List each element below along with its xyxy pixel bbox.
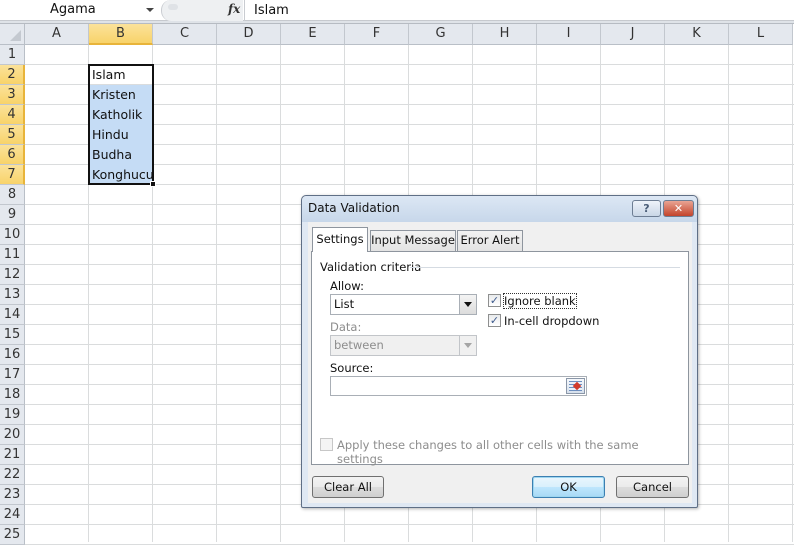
cell-b3[interactable]: Kristen bbox=[89, 85, 153, 105]
ignore-blank-checkbox[interactable]: ✓ bbox=[488, 294, 501, 307]
column-header-k[interactable]: K bbox=[665, 24, 729, 45]
row-header-23[interactable]: 23 bbox=[0, 485, 25, 505]
cell-b6[interactable]: Budha bbox=[89, 145, 153, 165]
chevron-down-icon[interactable] bbox=[459, 295, 476, 314]
validation-criteria-label: Validation criteria bbox=[320, 260, 422, 274]
column-header-e[interactable]: E bbox=[281, 24, 345, 45]
column-header-i[interactable]: I bbox=[537, 24, 601, 45]
gridline-vertical bbox=[280, 45, 281, 542]
column-header-l[interactable]: L bbox=[729, 24, 793, 45]
name-box-dropdown-icon[interactable] bbox=[146, 8, 154, 12]
dialog-title: Data Validation bbox=[308, 201, 400, 215]
gridline-vertical bbox=[216, 45, 217, 542]
insert-function-icon[interactable]: fx bbox=[228, 2, 240, 16]
cell-b7[interactable]: Konghucu bbox=[89, 165, 154, 185]
row-header-9[interactable]: 9 bbox=[0, 205, 25, 225]
select-all-corner[interactable] bbox=[0, 24, 25, 45]
chevron-down-icon bbox=[459, 336, 476, 355]
source-label: Source: bbox=[330, 361, 374, 375]
allow-label: Allow: bbox=[330, 279, 364, 293]
column-header-f[interactable]: F bbox=[345, 24, 409, 45]
column-header-h[interactable]: H bbox=[473, 24, 537, 45]
row-header-7[interactable]: 7 bbox=[0, 165, 25, 185]
row-header-12[interactable]: 12 bbox=[0, 265, 25, 285]
dialog-body: Settings Input Message Error Alert Valid… bbox=[308, 222, 692, 503]
row-header-13[interactable]: 13 bbox=[0, 285, 25, 305]
row-header-3[interactable]: 3 bbox=[0, 85, 25, 105]
gridline-vertical bbox=[728, 45, 729, 542]
ignore-blank-label[interactable]: Ignore blank bbox=[503, 293, 577, 309]
resize-handle[interactable] bbox=[168, 4, 178, 10]
row-header-18[interactable]: 18 bbox=[0, 385, 25, 405]
name-box[interactable]: Agama bbox=[0, 0, 160, 21]
column-header-c[interactable]: C bbox=[153, 24, 217, 45]
row-header-21[interactable]: 21 bbox=[0, 445, 25, 465]
in-cell-dropdown-label[interactable]: In-cell dropdown bbox=[504, 314, 599, 328]
row-header-22[interactable]: 22 bbox=[0, 465, 25, 485]
settings-panel: Validation criteria Allow: List ✓ Ignore… bbox=[311, 251, 689, 466]
row-header-2[interactable]: 2 bbox=[0, 65, 25, 85]
row-header-5[interactable]: 5 bbox=[0, 125, 25, 145]
gridline-horizontal bbox=[25, 524, 794, 525]
row-header-14[interactable]: 14 bbox=[0, 305, 25, 325]
help-button[interactable]: ? bbox=[632, 200, 661, 217]
tab-settings[interactable]: Settings bbox=[312, 227, 368, 252]
row-header-20[interactable]: 20 bbox=[0, 425, 25, 445]
data-select-value: between bbox=[334, 338, 384, 352]
range-selector-icon[interactable] bbox=[566, 378, 585, 394]
formula-input[interactable]: Islam bbox=[244, 0, 289, 21]
close-button[interactable]: ✕ bbox=[663, 200, 694, 217]
cancel-button[interactable]: Cancel bbox=[616, 476, 689, 498]
column-header-j[interactable]: J bbox=[601, 24, 665, 45]
row-header-10[interactable]: 10 bbox=[0, 225, 25, 245]
data-select: between bbox=[330, 335, 477, 356]
cell-b5[interactable]: Hindu bbox=[89, 125, 153, 145]
clear-all-button[interactable]: Clear All bbox=[312, 476, 384, 498]
row-header-4[interactable]: 4 bbox=[0, 105, 25, 125]
column-header-a[interactable]: A bbox=[25, 24, 89, 45]
row-header-19[interactable]: 19 bbox=[0, 405, 25, 425]
source-input[interactable] bbox=[330, 376, 587, 396]
row-header-1[interactable]: 1 bbox=[0, 45, 25, 65]
data-validation-dialog: Data Validation ? ✕ Settings Input Messa… bbox=[301, 195, 698, 508]
row-header-17[interactable]: 17 bbox=[0, 365, 25, 385]
column-header-d[interactable]: D bbox=[217, 24, 281, 45]
column-header-b[interactable]: B bbox=[89, 24, 153, 45]
allow-select[interactable]: List bbox=[330, 294, 477, 315]
cell-b4[interactable]: Katholik bbox=[89, 105, 153, 125]
formula-bar: Agama fx Islam bbox=[0, 0, 794, 21]
tab-error-alert[interactable]: Error Alert bbox=[457, 230, 523, 251]
cell-b2[interactable]: Islam bbox=[89, 65, 153, 85]
row-header-16[interactable]: 16 bbox=[0, 345, 25, 365]
row-header-15[interactable]: 15 bbox=[0, 325, 25, 345]
gridline-vertical bbox=[792, 45, 793, 542]
row-header-24[interactable]: 24 bbox=[0, 505, 25, 525]
formula-buttons: fx bbox=[161, 0, 243, 21]
allow-select-value: List bbox=[334, 297, 355, 311]
name-box-value: Agama bbox=[50, 2, 96, 17]
close-icon: ✕ bbox=[673, 202, 684, 215]
apply-all-label: Apply these changes to all other cells w… bbox=[337, 438, 639, 466]
row-header-25[interactable]: 25 bbox=[0, 525, 25, 545]
group-divider bbox=[410, 267, 680, 268]
data-label: Data: bbox=[330, 320, 362, 334]
row-header-6[interactable]: 6 bbox=[0, 145, 25, 165]
ok-button[interactable]: OK bbox=[532, 476, 605, 498]
tab-input-message[interactable]: Input Message bbox=[370, 230, 456, 251]
row-header-11[interactable]: 11 bbox=[0, 245, 25, 265]
apply-all-checkbox bbox=[320, 438, 333, 451]
row-header-8[interactable]: 8 bbox=[0, 185, 25, 205]
in-cell-dropdown-checkbox[interactable]: ✓ bbox=[488, 314, 501, 327]
fill-handle[interactable] bbox=[150, 181, 156, 187]
column-header-g[interactable]: G bbox=[409, 24, 473, 45]
